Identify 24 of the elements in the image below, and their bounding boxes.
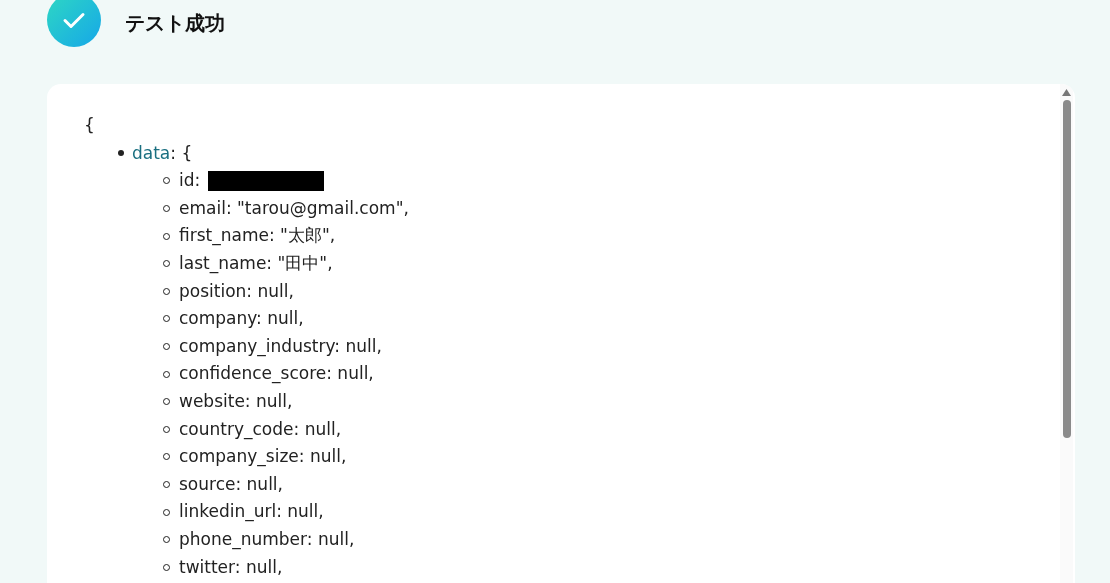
json-field: company_industry: null, <box>179 332 382 361</box>
json-field: company_size: null, <box>179 443 347 471</box>
bullet-icon <box>118 150 124 157</box>
json-field: phone_number: null, <box>179 525 355 554</box>
json-field: last_name: "田中", <box>179 249 333 278</box>
json-field: website: null, <box>179 387 293 416</box>
json-field: source: null, <box>179 470 283 499</box>
json-field: confidence_score: null, <box>179 360 374 388</box>
json-punctuation: : { <box>170 141 193 165</box>
json-field: position: null, <box>179 277 294 306</box>
json-field: company: null, <box>179 305 304 333</box>
json-key: data <box>132 139 171 168</box>
json-field: first_name: "太郎", <box>179 222 336 250</box>
json-field: email: "tarou@gmail.com", <box>179 194 409 223</box>
json-field: country_code: null, <box>179 415 342 444</box>
json-field: id: <box>179 167 201 195</box>
json-field: linkedin_url: null, <box>179 498 324 526</box>
json-brace: { <box>84 115 95 135</box>
status-title: テスト成功 <box>125 9 225 37</box>
scrollbar-thumb[interactable] <box>1062 100 1071 438</box>
check-icon <box>47 0 101 47</box>
scrollbar[interactable] <box>1060 84 1073 583</box>
scroll-up-icon[interactable] <box>1062 89 1071 96</box>
json-field: twitter: null, <box>179 553 283 582</box>
